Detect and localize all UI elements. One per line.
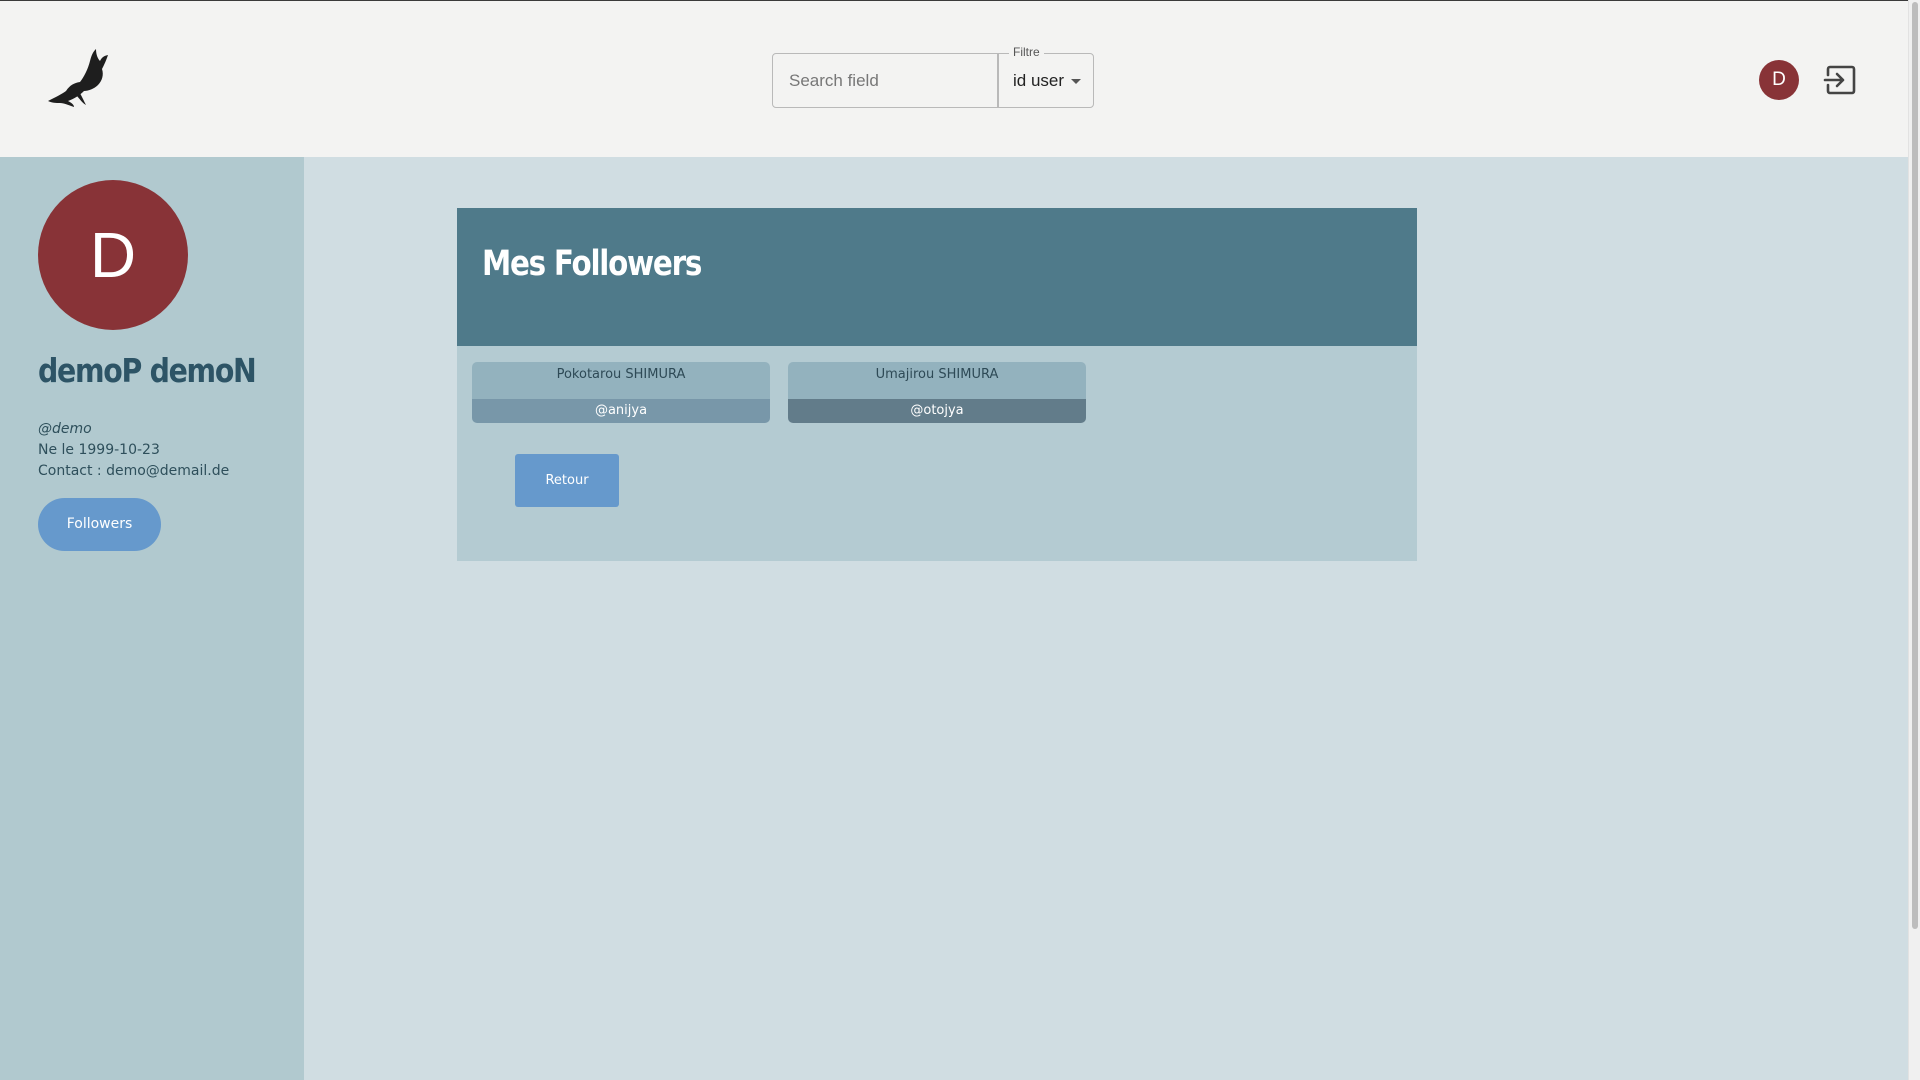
follower-fullname: Umajirou SHIMURA bbox=[788, 362, 1086, 399]
filter-label: Filtre bbox=[1009, 44, 1044, 60]
filter-selected-value: id user bbox=[1013, 71, 1065, 90]
follower-handle: @anijya bbox=[472, 399, 770, 423]
chevron-down-icon bbox=[1071, 79, 1081, 84]
followers-button[interactable]: Followers bbox=[38, 498, 161, 551]
user-avatar[interactable]: D bbox=[1759, 60, 1799, 100]
follower-card[interactable]: Pokotarou SHIMURA @anijya bbox=[472, 362, 770, 423]
search-input[interactable] bbox=[772, 53, 998, 108]
profile-contact: Contact : demo@demail.de bbox=[38, 463, 230, 479]
app-page: Filtre id user D D demoP demoN @demo Ne … bbox=[0, 0, 1920, 1080]
follower-card[interactable]: Umajirou SHIMURA @otojya bbox=[788, 362, 1086, 423]
page-title: Mes Followers bbox=[482, 244, 702, 284]
profile-birthdate: Ne le 1999-10-23 bbox=[38, 442, 160, 458]
follower-handle: @otojya bbox=[788, 399, 1086, 423]
follower-last-name: SHIMURA bbox=[625, 367, 686, 382]
scrollbar-thumb[interactable] bbox=[1912, 2, 1918, 929]
profile-handle: @demo bbox=[38, 421, 92, 437]
follower-fullname: Pokotarou SHIMURA bbox=[472, 362, 770, 399]
back-button[interactable]: Retour bbox=[515, 454, 619, 507]
follower-first-name: Pokotarou bbox=[556, 367, 622, 382]
filter-select[interactable]: Filtre id user bbox=[998, 44, 1094, 108]
profile-sidebar: D demoP demoN @demo Ne le 1999-10-23 Con… bbox=[0, 157, 304, 1080]
followers-panel: Mes Followers Pokotarou SHIMURA @anijya … bbox=[457, 208, 1417, 561]
panel-header: Mes Followers bbox=[457, 208, 1417, 346]
page-scrollbar[interactable] bbox=[1908, 0, 1920, 1080]
logout-icon[interactable] bbox=[1822, 61, 1860, 99]
follower-last-name: SHIMURA bbox=[938, 367, 999, 382]
follower-first-name: Umajirou bbox=[875, 367, 935, 382]
profile-avatar: D bbox=[38, 180, 188, 330]
eagle-icon[interactable] bbox=[38, 39, 118, 119]
top-header: Filtre id user D bbox=[0, 0, 1908, 157]
profile-name: demoP demoN bbox=[38, 351, 257, 390]
